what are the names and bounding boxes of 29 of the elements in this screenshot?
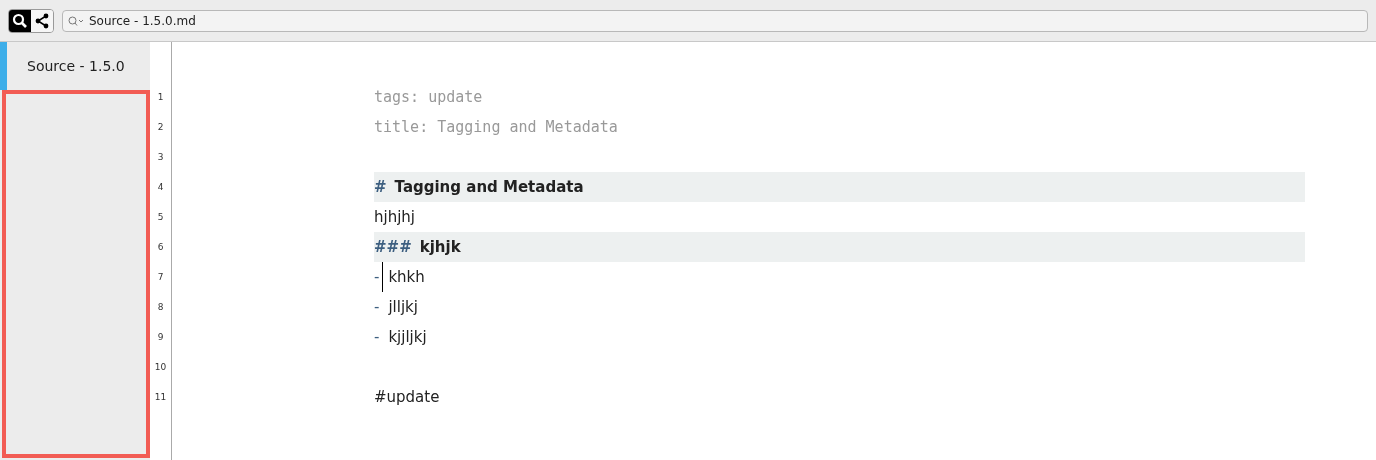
metadata-line: title: Tagging and Metadata xyxy=(374,118,618,136)
heading-text: kjhjk xyxy=(419,238,461,256)
line-number: 8 xyxy=(157,301,164,314)
line-number: 3 xyxy=(157,151,164,164)
line-number: 6 xyxy=(157,241,164,254)
heading-text: Tagging and Metadata xyxy=(394,178,584,196)
list-marker: - xyxy=(374,328,380,346)
search-field[interactable]: Source - 1.5.0.md xyxy=(62,9,1368,32)
line-number: 1 xyxy=(157,91,164,104)
line-number: 11 xyxy=(154,391,167,404)
list-marker: - xyxy=(374,298,380,316)
list-item-text: khkh xyxy=(388,268,425,286)
metadata-line: tags: update xyxy=(374,88,483,106)
text-line: hjhjhj xyxy=(374,208,416,226)
search-button[interactable] xyxy=(9,9,31,32)
heading-marker: ### xyxy=(374,238,412,256)
line-number: 7 xyxy=(157,271,164,284)
list-item-text: jlljkj xyxy=(388,298,418,316)
heading-marker: # xyxy=(374,178,387,196)
line-number: 5 xyxy=(157,211,164,224)
line-number: 10 xyxy=(154,361,167,374)
line-number: 9 xyxy=(157,331,164,344)
line-number: 4 xyxy=(157,181,164,194)
share-button[interactable] xyxy=(31,9,53,32)
text-line: #update xyxy=(374,388,440,406)
list-item-text: kjjljkj xyxy=(388,328,427,346)
line-number: 2 xyxy=(157,121,164,134)
search-icon xyxy=(68,15,84,26)
list-marker: - xyxy=(374,268,380,286)
